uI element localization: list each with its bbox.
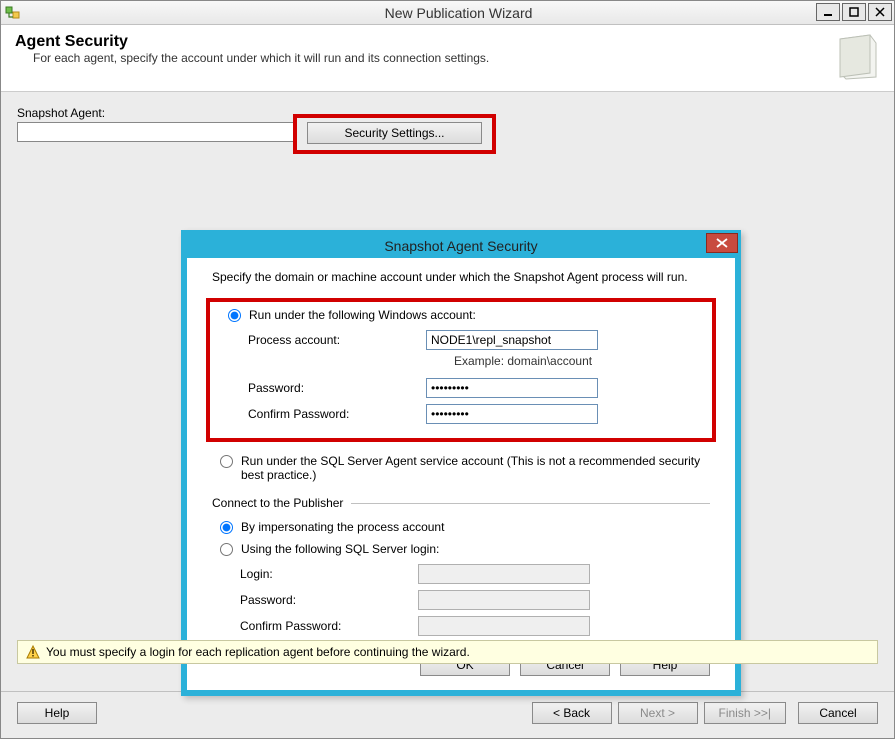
window-controls [816, 3, 892, 21]
confirm-password-field[interactable] [426, 404, 598, 424]
run-windows-account-radio[interactable] [228, 309, 241, 322]
windows-account-highlight: Run under the following Windows account:… [206, 298, 716, 442]
security-settings-highlight: Security Settings... [293, 114, 496, 154]
maximize-button[interactable] [842, 3, 866, 21]
cancel-button[interactable]: Cancel [798, 702, 878, 724]
run-sql-agent-radio[interactable] [220, 455, 233, 468]
password-label: Password: [248, 381, 426, 395]
back-button[interactable]: < Back [532, 702, 612, 724]
dialog-intro: Specify the domain or machine account un… [212, 270, 710, 284]
sql-login-label: Using the following SQL Server login: [241, 542, 439, 556]
warning-text: You must specify a login for each replic… [46, 645, 470, 659]
run-sql-agent-label: Run under the SQL Server Agent service a… [241, 454, 701, 482]
connect-publisher-label: Connect to the Publisher [212, 496, 343, 510]
warning-icon [26, 645, 40, 659]
impersonate-radio[interactable] [220, 521, 233, 534]
header-panel: Agent Security For each agent, specify t… [1, 25, 894, 92]
help-button[interactable]: Help [17, 702, 97, 724]
warning-strip: You must specify a login for each replic… [17, 640, 878, 664]
window-title: New Publication Wizard [27, 5, 890, 21]
header-graphic [836, 33, 880, 81]
process-account-example: Example: domain\account [454, 354, 702, 368]
titlebar: New Publication Wizard [1, 1, 894, 25]
conn-confirm-field [418, 616, 590, 636]
next-button[interactable]: Next > [618, 702, 698, 724]
close-button[interactable] [868, 3, 892, 21]
conn-password-label: Password: [240, 593, 418, 607]
wizard-window: New Publication Wizard Agent Security Fo… [0, 0, 895, 739]
conn-confirm-label: Confirm Password: [240, 619, 418, 633]
minimize-button[interactable] [816, 3, 840, 21]
finish-button[interactable]: Finish >>| [704, 702, 786, 724]
login-field [418, 564, 590, 584]
process-account-label: Process account: [248, 333, 426, 347]
dialog-close-button[interactable] [706, 233, 738, 253]
body-area: Snapshot Agent: Security Settings... Sna… [1, 92, 894, 691]
conn-password-field [418, 590, 590, 610]
page-subtitle: For each agent, specify the account unde… [33, 51, 836, 65]
password-field[interactable] [426, 378, 598, 398]
snapshot-agent-security-dialog: Snapshot Agent Security Specify the doma… [181, 230, 741, 696]
snapshot-agent-field[interactable] [17, 122, 295, 142]
connect-publisher-group: Connect to the Publisher [212, 496, 710, 510]
app-icon [5, 5, 21, 21]
footer: Help < Back Next > Finish >>| Cancel [1, 691, 894, 738]
login-label: Login: [240, 567, 418, 581]
security-settings-button[interactable]: Security Settings... [307, 122, 482, 144]
run-windows-account-label: Run under the following Windows account: [249, 308, 476, 322]
dialog-title: Snapshot Agent Security [187, 236, 735, 258]
dialog-title-text: Snapshot Agent Security [384, 238, 537, 254]
page-title: Agent Security [15, 33, 836, 51]
process-account-field[interactable] [426, 330, 598, 350]
sql-login-radio[interactable] [220, 543, 233, 556]
impersonate-label: By impersonating the process account [241, 520, 444, 534]
confirm-password-label: Confirm Password: [248, 407, 426, 421]
